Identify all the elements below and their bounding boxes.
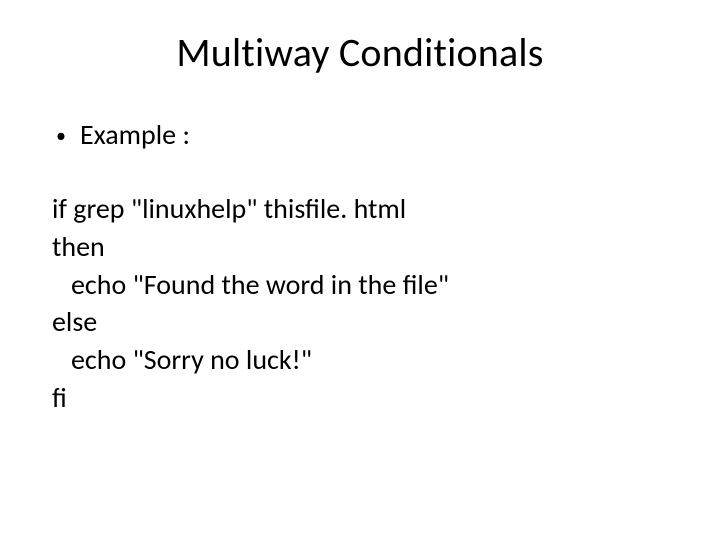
bullet-icon: • — [56, 126, 66, 146]
slide: Multiway Conditionals • Example : if gre… — [0, 0, 720, 540]
code-block: if grep "linuxhelp" thisfile. html then … — [52, 190, 670, 417]
bullet-label: Example : — [80, 117, 190, 152]
slide-title: Multiway Conditionals — [50, 28, 670, 77]
bullet-item: • Example : — [56, 117, 670, 152]
